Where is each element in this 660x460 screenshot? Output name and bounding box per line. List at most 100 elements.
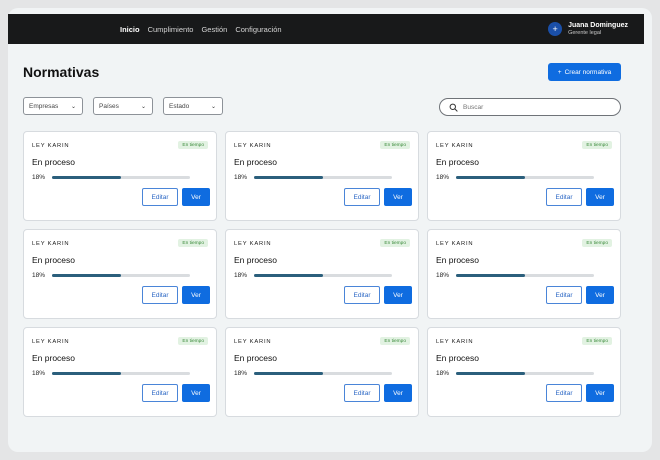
view-button[interactable]: Ver: [182, 384, 210, 402]
progress-percent: 18%: [436, 272, 450, 279]
card-label: LEY KARIN: [436, 143, 474, 149]
edit-button[interactable]: Editar: [142, 384, 178, 402]
card-label: LEY KARIN: [32, 241, 70, 247]
progress-fill: [254, 176, 323, 179]
status-badge: En tiempo: [178, 141, 208, 149]
progress-bar: [52, 176, 190, 179]
search-input[interactable]: [463, 103, 603, 111]
create-normativa-button[interactable]: + Crear normativa: [548, 63, 621, 81]
card-label: LEY KARIN: [32, 143, 70, 149]
progress-percent: 18%: [234, 370, 248, 377]
edit-button[interactable]: Editar: [546, 384, 582, 402]
normativa-card: LEY KARIN En tiempo En proceso 18% Edita…: [225, 229, 419, 319]
search-box[interactable]: [439, 98, 621, 116]
edit-button[interactable]: Editar: [142, 188, 178, 206]
view-button[interactable]: Ver: [384, 384, 412, 402]
normativa-card: LEY KARIN En tiempo En proceso 18% Edita…: [427, 131, 621, 221]
normativa-card: LEY KARIN En tiempo En proceso 18% Edita…: [225, 327, 419, 417]
progress-fill: [456, 372, 525, 375]
edit-button[interactable]: Editar: [344, 188, 380, 206]
card-status: En proceso: [32, 353, 75, 363]
normativa-card: LEY KARIN En tiempo En proceso 18% Edita…: [427, 229, 621, 319]
view-button[interactable]: Ver: [586, 286, 614, 304]
normativa-card: LEY KARIN En tiempo En proceso 18% Edita…: [427, 327, 621, 417]
status-badge: En tiempo: [178, 337, 208, 345]
plus-icon[interactable]: +: [548, 22, 563, 36]
progress-bar: [52, 274, 190, 277]
progress-percent: 18%: [32, 174, 46, 181]
status-badge: En tiempo: [380, 141, 410, 149]
status-badge: En tiempo: [582, 239, 612, 247]
user-name: Juana Dominguez: [568, 22, 628, 29]
progress-percent: 18%: [436, 370, 450, 377]
user-menu[interactable]: + Juana Dominguez Gerente legal: [548, 20, 628, 38]
status-badge: En tiempo: [582, 141, 612, 149]
edit-button[interactable]: Editar: [546, 286, 582, 304]
progress-fill: [456, 176, 525, 179]
chevron-down-icon: ⌄: [140, 103, 146, 110]
paises-select-value: Países: [99, 102, 119, 110]
normativa-card: LEY KARIN En tiempo En proceso 18% Edita…: [23, 327, 217, 417]
nav-item-gestion[interactable]: Gestión: [201, 25, 227, 34]
progress-bar: [52, 372, 190, 375]
progress-bar: [254, 274, 392, 277]
nav-item-cumplimiento[interactable]: Cumplimiento: [148, 25, 194, 34]
progress-percent: 18%: [234, 174, 248, 181]
progress-percent: 18%: [32, 272, 46, 279]
view-button[interactable]: Ver: [384, 286, 412, 304]
empresas-select[interactable]: Empresas ⌄: [23, 97, 83, 115]
edit-button[interactable]: Editar: [344, 286, 380, 304]
view-button[interactable]: Ver: [182, 188, 210, 206]
estado-select[interactable]: Estado ⌄: [163, 97, 223, 115]
card-label: LEY KARIN: [436, 241, 474, 247]
progress-fill: [52, 274, 121, 277]
chevron-down-icon: ⌄: [210, 103, 216, 110]
view-button[interactable]: Ver: [182, 286, 210, 304]
chevron-down-icon: ⌄: [70, 103, 76, 110]
progress-percent: 18%: [436, 174, 450, 181]
card-label: LEY KARIN: [234, 143, 272, 149]
view-button[interactable]: Ver: [586, 188, 614, 206]
card-status: En proceso: [32, 157, 75, 167]
card-status: En proceso: [234, 157, 277, 167]
empresas-select-value: Empresas: [29, 102, 59, 110]
search-icon: [449, 103, 458, 112]
status-badge: En tiempo: [582, 337, 612, 345]
progress-fill: [254, 274, 323, 277]
user-role: Gerente legal: [568, 30, 602, 36]
view-button[interactable]: Ver: [586, 384, 614, 402]
edit-button[interactable]: Editar: [546, 188, 582, 206]
filter-bar: Empresas ⌄ Países ⌄ Estado ⌄: [23, 97, 223, 115]
card-status: En proceso: [32, 255, 75, 265]
progress-fill: [52, 176, 121, 179]
normativa-card: LEY KARIN En tiempo En proceso 18% Edita…: [23, 131, 217, 221]
nav-item-configuracion[interactable]: Configuración: [235, 25, 281, 34]
main-nav: Inicio Cumplimiento Gestión Configuració…: [120, 14, 282, 44]
progress-bar: [254, 176, 392, 179]
progress-bar: [456, 274, 594, 277]
card-label: LEY KARIN: [436, 339, 474, 345]
card-status: En proceso: [234, 255, 277, 265]
create-normativa-label: Crear normativa: [564, 68, 612, 76]
progress-percent: 18%: [234, 272, 248, 279]
progress-bar: [456, 372, 594, 375]
user-info: Juana Dominguez Gerente legal: [568, 22, 628, 36]
progress-fill: [254, 372, 323, 375]
progress-fill: [456, 274, 525, 277]
normativas-grid: LEY KARIN En tiempo En proceso 18% Edita…: [23, 131, 621, 417]
normativa-card: LEY KARIN En tiempo En proceso 18% Edita…: [225, 131, 419, 221]
top-navbar: Inicio Cumplimiento Gestión Configuració…: [8, 14, 644, 44]
edit-button[interactable]: Editar: [344, 384, 380, 402]
view-button[interactable]: Ver: [384, 188, 412, 206]
status-badge: En tiempo: [178, 239, 208, 247]
progress-bar: [254, 372, 392, 375]
card-label: LEY KARIN: [234, 241, 272, 247]
nav-item-inicio[interactable]: Inicio: [120, 25, 140, 34]
status-badge: En tiempo: [380, 337, 410, 345]
edit-button[interactable]: Editar: [142, 286, 178, 304]
card-status: En proceso: [436, 255, 479, 265]
card-status: En proceso: [436, 353, 479, 363]
estado-select-value: Estado: [169, 102, 190, 110]
normativa-card: LEY KARIN En tiempo En proceso 18% Edita…: [23, 229, 217, 319]
paises-select[interactable]: Países ⌄: [93, 97, 153, 115]
